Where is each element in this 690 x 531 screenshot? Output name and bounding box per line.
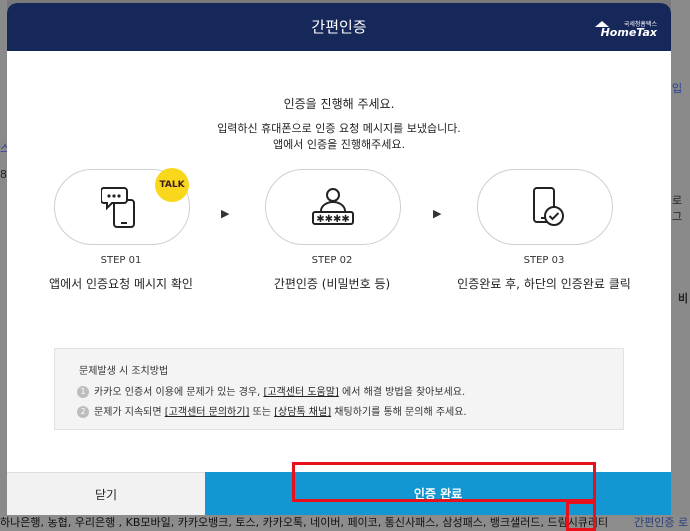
phone-message-icon — [101, 187, 135, 228]
background-snippet: 8 — [0, 168, 7, 181]
step-description: 앱에서 인증요청 메시지 확인 — [49, 277, 193, 291]
troubleshooting-item: 2 문제가 지속되면 [고객센터 문의하기] 또는 [상담톡 채널] 채팅하기를 … — [77, 403, 467, 418]
step-number: STEP 01 — [100, 255, 142, 266]
number-badge: 1 — [77, 386, 89, 398]
step-number: STEP 03 — [523, 255, 565, 266]
kakao-talk-icon: TALK — [155, 168, 189, 202]
step-description: 인증완료 후, 하단의 인증완료 클릭 — [457, 277, 631, 291]
hometax-logo: 국세청홈택스 HomeTax — [593, 19, 657, 41]
customer-help-link[interactable]: [고객센터 도움말] — [263, 387, 338, 398]
step-description: 간편인증 (비밀번호 등) — [273, 277, 391, 291]
user-password-icon: ✱✱✱✱ — [312, 188, 354, 225]
troubleshooting-heading: 문제발생 시 조치방법 — [79, 366, 169, 377]
step-2-card: ✱✱✱✱ — [265, 169, 401, 245]
arrow-right-icon: ▶ — [433, 207, 442, 220]
step-3-card — [477, 169, 613, 245]
intro-line: 인증을 진행해 주세요. — [283, 97, 395, 111]
arrow-right-icon: ▶ — [221, 207, 230, 220]
modal-title: 간편인증 — [311, 18, 367, 36]
background-left — [0, 0, 7, 531]
customer-inquiry-link[interactable]: [고객센터 문의하기] — [165, 407, 250, 418]
background-snippet: 입 — [672, 82, 683, 95]
troubleshooting-item: 1 카카오 인증서 이용에 문제가 있는 경우, [고객센터 도움말] 에서 해결… — [77, 383, 465, 398]
intro-line: 입력하신 휴대폰으로 인증 요청 메시지를 보냈습니다. — [217, 122, 461, 135]
step-number: STEP 02 — [311, 255, 353, 266]
svg-text:✱✱✱✱: ✱✱✱✱ — [316, 214, 350, 225]
phone-check-icon — [533, 187, 564, 226]
background-link[interactable]: 간편인증 로 — [634, 515, 688, 531]
auth-modal: 간편인증 국세청홈택스 HomeTax 인증을 진행해 주세요. 입력하신 휴대… — [7, 3, 671, 515]
chat-channel-link[interactable]: [상담톡 채널] — [274, 407, 331, 418]
modal-header: 간편인증 국세청홈택스 HomeTax — [7, 3, 671, 51]
background-snippet: 로그 — [672, 194, 683, 223]
highlight-box — [566, 501, 596, 531]
highlight-box — [292, 462, 596, 502]
background-snippet: 비 — [678, 292, 689, 305]
number-badge: 2 — [77, 406, 89, 418]
close-button[interactable]: 닫기 — [7, 472, 205, 515]
troubleshooting-box: 문제발생 시 조치방법 1 카카오 인증서 이용에 문제가 있는 경우, [고객센… — [54, 348, 624, 430]
intro-text: 인증을 진행해 주세요. 입력하신 휴대폰으로 인증 요청 메시지를 보냈습니다… — [7, 96, 671, 153]
intro-line: 앱에서 인증을 진행해주세요. — [273, 138, 405, 151]
